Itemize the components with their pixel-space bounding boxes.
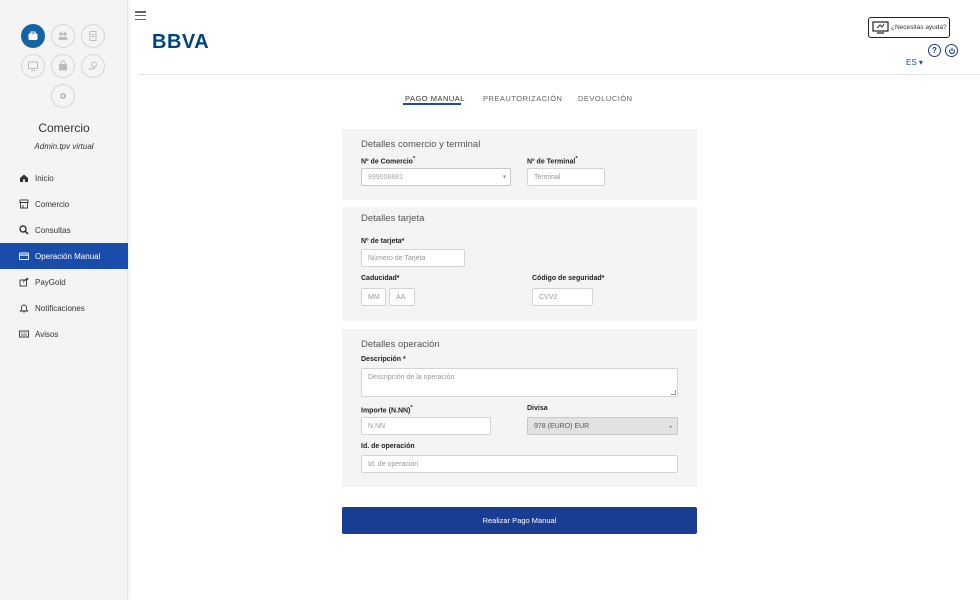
card-details-panel: Detalles tarjeta Nº de tarjeta* Número d… xyxy=(342,207,697,321)
nav-label: Operación Manual xyxy=(35,251,101,261)
terminal-input[interactable]: Terminal xyxy=(527,168,605,186)
merchant-name: Comercio xyxy=(38,121,90,135)
users-module-button[interactable] xyxy=(51,24,75,48)
bag-icon xyxy=(59,60,67,71)
bell-icon xyxy=(19,304,29,313)
description-textarea[interactable]: Descripción de la operación xyxy=(361,368,678,397)
users-icon xyxy=(58,32,68,40)
support-screen-icon xyxy=(872,21,889,34)
nav-label: Avisos xyxy=(35,329,59,339)
card-number-label: Nº de tarjeta* xyxy=(361,238,405,245)
nav-label: Consultas xyxy=(35,225,71,235)
expiry-year-input[interactable]: AA xyxy=(389,288,415,306)
chevron-down-icon: ▾ xyxy=(502,174,506,181)
store-icon xyxy=(19,199,29,209)
currency-select[interactable]: 978 (EURO) EUR ⌄ xyxy=(527,417,678,435)
sidebar: Comercio Admin.tpv virtual Inicio Comerc… xyxy=(0,0,128,600)
help-label: ¿Necesitas ayuda? xyxy=(891,24,947,31)
chevron-down-icon: ⌄ xyxy=(667,423,673,430)
bbva-logo: BBVA xyxy=(152,31,210,53)
submit-manual-payment-button[interactable]: Realizar Pago Manual xyxy=(342,507,697,534)
tab-preautorizacion[interactable]: PREAUTORIZACIÓN xyxy=(483,94,562,103)
header-divider xyxy=(138,74,980,75)
screen-module-button[interactable] xyxy=(21,54,45,78)
expiry-month-input[interactable]: MM xyxy=(361,288,386,306)
home-icon xyxy=(20,174,28,182)
terminal-label: Nº de Terminal* xyxy=(527,156,578,166)
nav-item-comercio[interactable]: Comercio xyxy=(0,191,128,217)
tab-devolucion[interactable]: DEVOLUCIÓN xyxy=(578,94,633,103)
nav-item-inicio[interactable]: Inicio xyxy=(0,165,128,191)
card-number-input[interactable]: Número de Tarjeta xyxy=(361,249,465,267)
section-title: Detalles tarjeta xyxy=(361,213,425,224)
credit-card-icon xyxy=(19,252,29,260)
search-icon xyxy=(19,225,29,235)
user-role: Admin.tpv virtual xyxy=(34,142,94,151)
money-module-button[interactable] xyxy=(81,54,105,78)
operation-details-panel: Detalles operación Descripción * Descrip… xyxy=(342,329,697,487)
section-title: Detalles comercio y terminal xyxy=(361,139,481,150)
settings-module-button[interactable] xyxy=(51,84,75,108)
nav-label: Inicio xyxy=(35,173,54,183)
description-label: Descripción * xyxy=(361,356,406,363)
nav-item-notificaciones[interactable]: Notificaciones xyxy=(0,295,128,321)
briefcase-icon xyxy=(28,31,38,40)
resize-grip-icon[interactable] xyxy=(671,390,676,395)
documents-module-button[interactable] xyxy=(81,24,105,48)
tab-pago-manual[interactable]: PAGO MANUAL xyxy=(405,94,465,103)
merchant-terminal-panel: Detalles comercio y terminal Nº de Comer… xyxy=(342,129,697,200)
currency-label: Divisa xyxy=(527,405,548,412)
nav-item-operacion-manual[interactable]: Operación Manual xyxy=(0,243,128,269)
merchant-number-label: Nº de Comercio* xyxy=(361,156,416,166)
nav-label: Comercio xyxy=(35,199,70,209)
bag-module-button[interactable] xyxy=(51,54,75,78)
operation-id-input[interactable]: Id. de operación xyxy=(361,455,678,473)
nav-item-avisos[interactable]: Avisos xyxy=(0,321,128,347)
help-button[interactable]: ¿Necesitas ayuda? xyxy=(868,17,950,38)
help-icon[interactable]: ? xyxy=(928,44,941,57)
nav-item-paygold[interactable]: PayGold xyxy=(0,269,128,295)
keyboard-icon xyxy=(19,330,29,338)
operation-id-label: Id. de operación xyxy=(361,443,415,450)
nav-item-consultas[interactable]: Consultas xyxy=(0,217,128,243)
nav-label: PayGold xyxy=(35,277,66,287)
gear-icon xyxy=(60,93,66,99)
amount-label: Importe (N.NN)* xyxy=(361,405,413,415)
amount-input[interactable]: N.NN xyxy=(361,417,491,435)
money-hand-icon xyxy=(88,61,97,70)
document-icon xyxy=(89,31,97,41)
nav-label: Notificaciones xyxy=(35,303,85,313)
merchant-module-button[interactable] xyxy=(21,24,45,48)
cvv-label: Código de seguridad* xyxy=(532,275,605,282)
language-selector[interactable]: ES ▾ xyxy=(906,58,923,67)
cvv-input[interactable]: CVV2 xyxy=(532,288,593,306)
monitor-icon xyxy=(28,61,38,71)
expiry-label: Caducidad* xyxy=(361,275,400,282)
merchant-number-select[interactable]: 999008881 ▾ xyxy=(361,168,511,186)
share-icon xyxy=(19,277,29,287)
section-title: Detalles operación xyxy=(361,339,440,350)
power-icon[interactable] xyxy=(945,44,958,57)
menu-toggle-button[interactable] xyxy=(135,11,146,20)
active-tab-indicator xyxy=(403,103,461,105)
